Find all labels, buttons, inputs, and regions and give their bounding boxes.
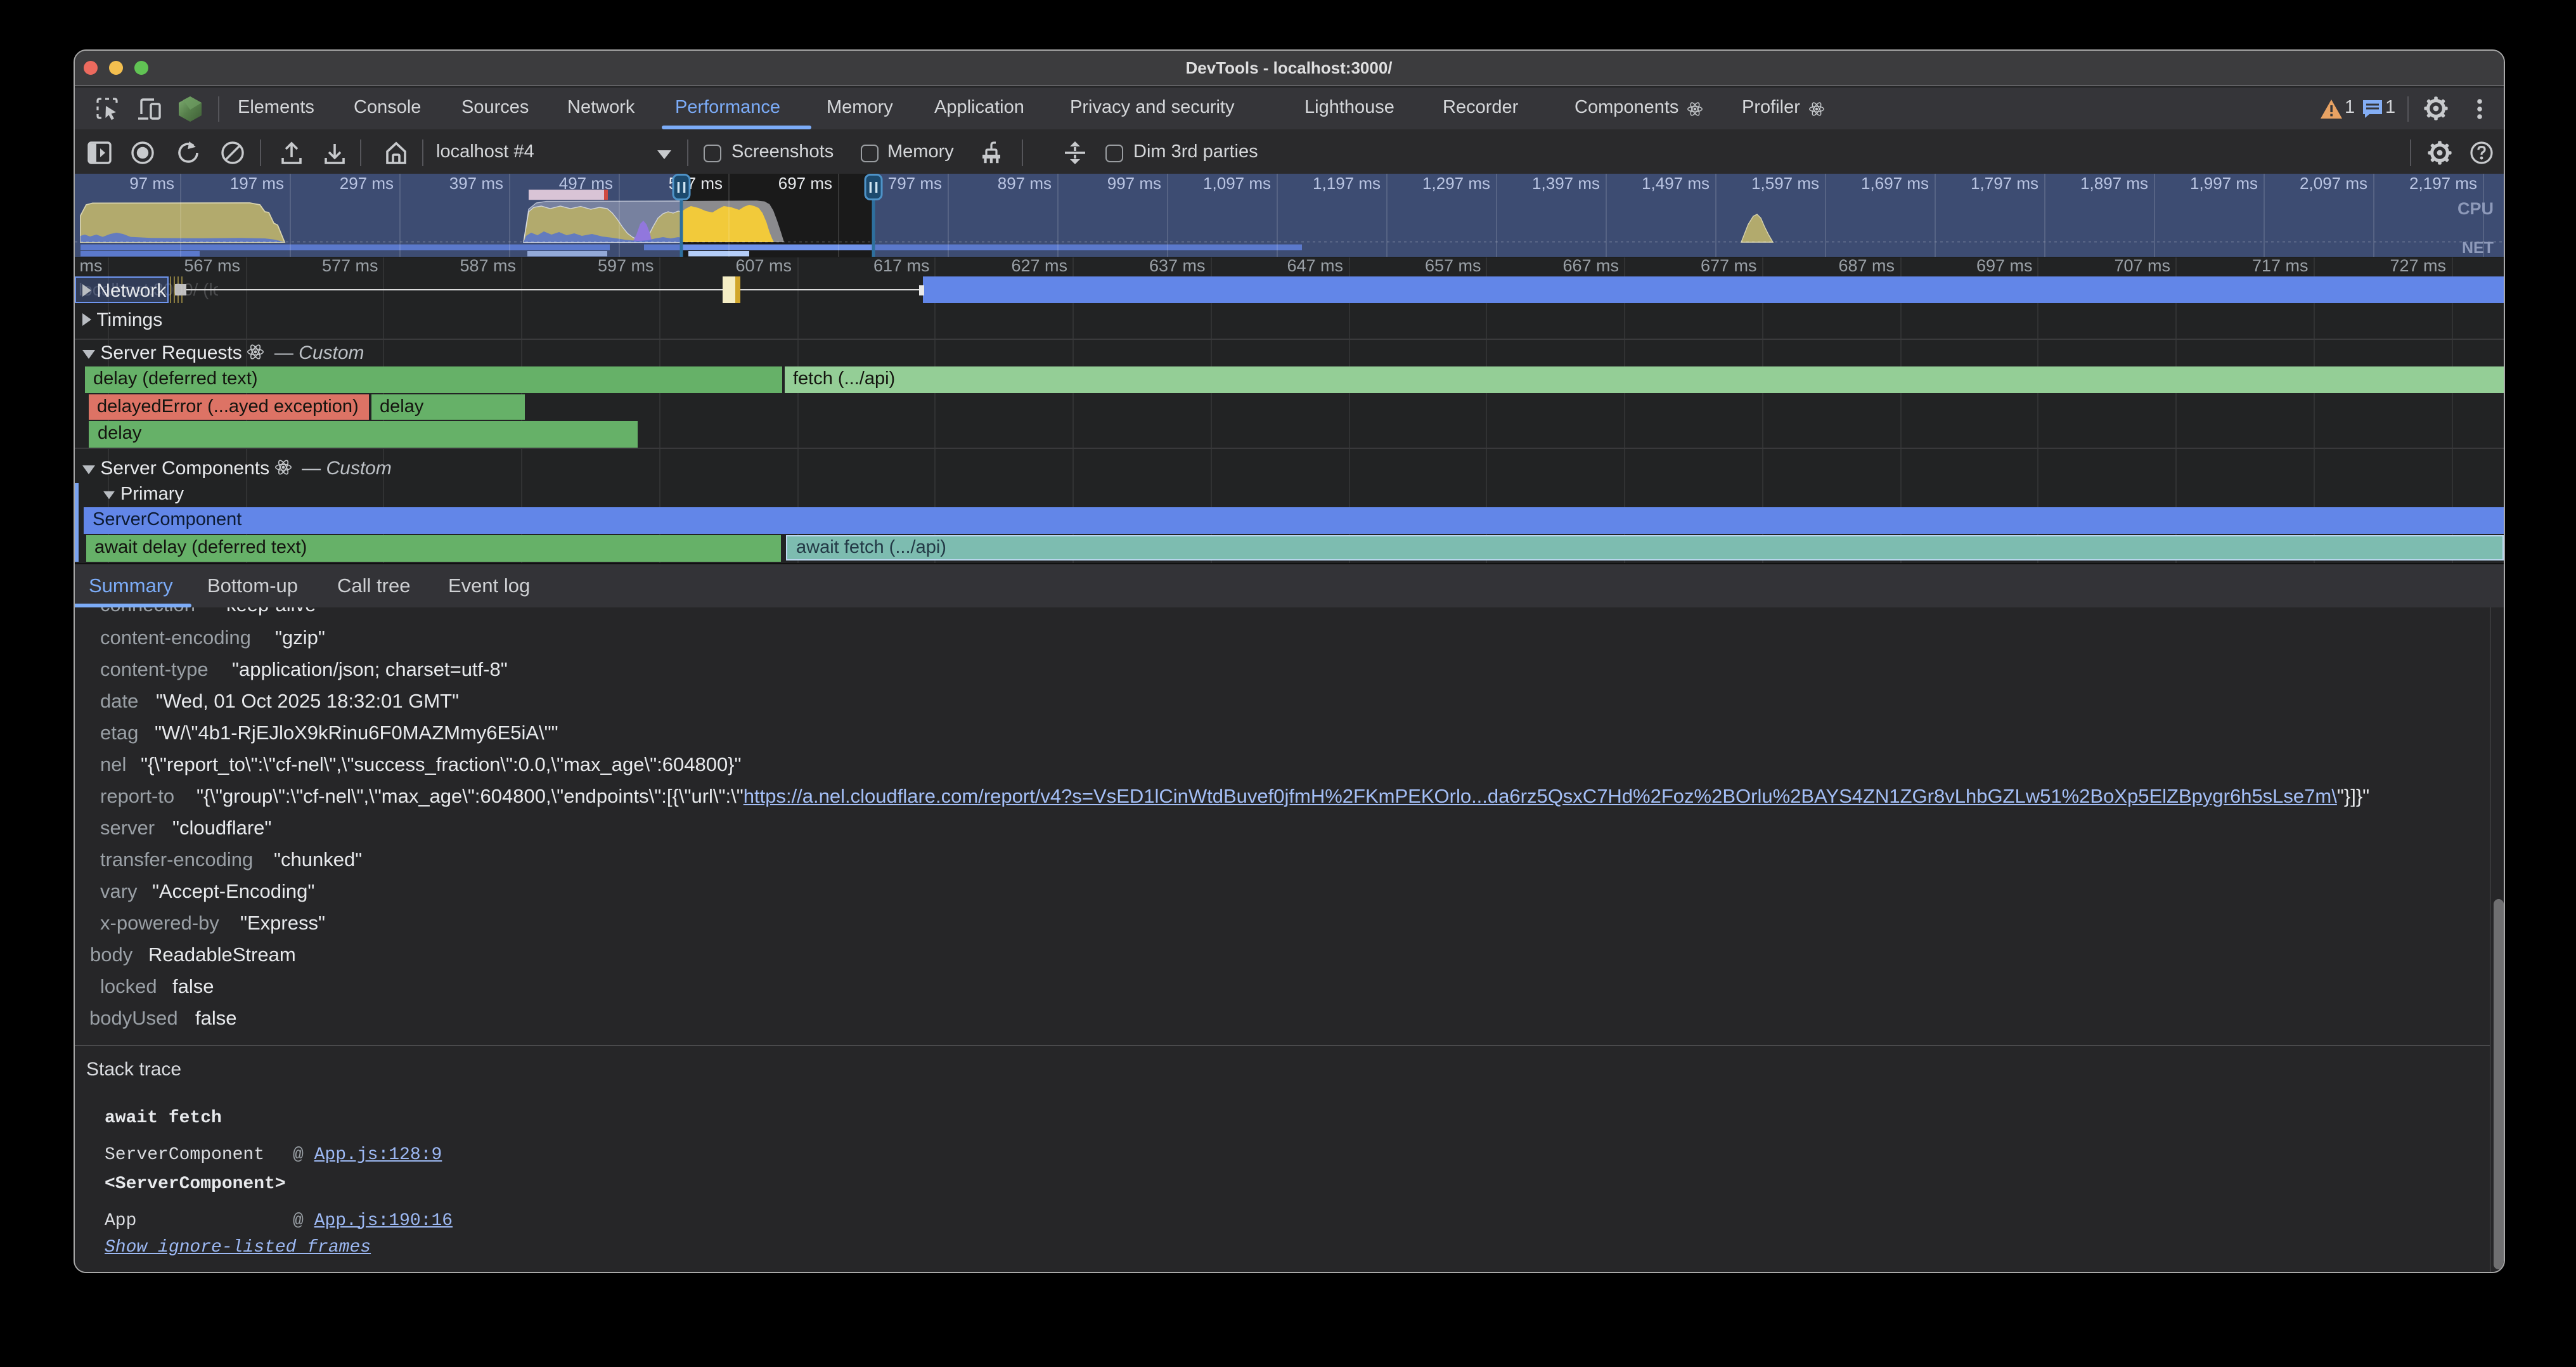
svg-text:1,697 ms: 1,697 ms <box>1861 174 1929 193</box>
svg-text:1,297 ms: 1,297 ms <box>1422 174 1490 193</box>
svg-text:797 ms: 797 ms <box>888 174 942 193</box>
svg-text:997 ms: 997 ms <box>1107 174 1161 193</box>
svg-text:1,897 ms: 1,897 ms <box>2080 174 2148 193</box>
svg-text:1,397 ms: 1,397 ms <box>1532 174 1600 193</box>
svg-text:1,997 ms: 1,997 ms <box>2190 174 2258 193</box>
svg-text:897 ms: 897 ms <box>998 174 1052 193</box>
svg-text:397 ms: 397 ms <box>449 174 503 193</box>
svg-text:1,797 ms: 1,797 ms <box>1971 174 2038 193</box>
svg-text:1,497 ms: 1,497 ms <box>1642 174 1710 193</box>
svg-text:1,097 ms: 1,097 ms <box>1203 174 1271 193</box>
svg-text:1,197 ms: 1,197 ms <box>1313 174 1381 193</box>
svg-text:2,097 ms: 2,097 ms <box>2300 174 2367 193</box>
svg-text:297 ms: 297 ms <box>340 174 394 193</box>
svg-text:497 ms: 497 ms <box>559 174 613 193</box>
svg-text:CPU: CPU <box>2457 199 2494 218</box>
svg-text:197 ms: 197 ms <box>230 174 284 193</box>
svg-text:1,597 ms: 1,597 ms <box>1751 174 1819 193</box>
svg-text:2,197 ms: 2,197 ms <box>2409 174 2477 193</box>
svg-text:97 ms: 97 ms <box>129 174 174 193</box>
svg-text:697 ms: 697 ms <box>778 174 832 193</box>
